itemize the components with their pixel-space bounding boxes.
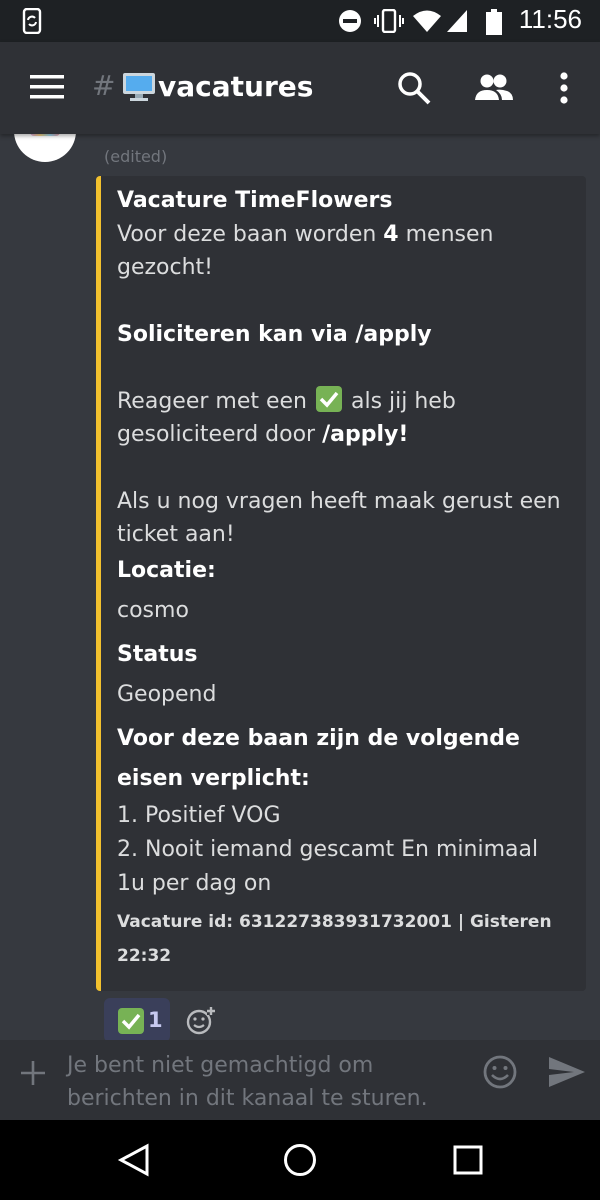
white-check-mark-icon bbox=[315, 386, 342, 412]
vibrate-icon bbox=[374, 9, 404, 33]
embed-desc-para-1: Voor deze baan worden 4 mensen gezocht! bbox=[117, 218, 566, 284]
requirement-item: 1. Positief VOG bbox=[117, 803, 281, 828]
desc-bold-count: 4 bbox=[383, 222, 399, 247]
channel-header: # vacatures bbox=[0, 42, 600, 134]
requirement-item: 2. Nooit iemand gescamt En minimaal 1u p… bbox=[117, 837, 539, 896]
send-icon[interactable] bbox=[548, 1056, 586, 1088]
message-input-bar: Je bent niet gemachtigd om berichten in … bbox=[0, 1040, 600, 1120]
field-value: cosmo bbox=[117, 598, 189, 623]
system-nav-bar bbox=[0, 1120, 600, 1200]
channel-name: vacatures bbox=[158, 70, 314, 103]
message-input[interactable]: Je bent niet gemachtigd om berichten in … bbox=[67, 1049, 467, 1115]
desktop-computer-emoji bbox=[123, 73, 155, 101]
phone-sync-icon bbox=[22, 8, 42, 34]
desc-text: Voor deze baan worden bbox=[117, 222, 384, 247]
apply-line: Soliciteren kan via /apply bbox=[117, 322, 432, 347]
embed-desc-para-4: Als u nog vragen heeft maak gerust een t… bbox=[117, 489, 561, 547]
field-name: Locatie: bbox=[117, 558, 216, 583]
do-not-disturb-icon bbox=[339, 10, 361, 32]
plus-icon[interactable] bbox=[20, 1060, 46, 1086]
status-bar: 11:56 bbox=[0, 0, 600, 42]
add-reaction-icon[interactable] bbox=[186, 1006, 216, 1036]
edited-label: (edited) bbox=[104, 147, 168, 166]
more-vertical-icon[interactable] bbox=[552, 70, 576, 106]
embed-field-status: Status Geopend bbox=[117, 635, 566, 715]
clock: 11:56 bbox=[518, 4, 582, 34]
back-icon[interactable] bbox=[116, 1142, 152, 1178]
embed-card: Vacature TimeFlowers Voor deze baan word… bbox=[96, 176, 586, 991]
field-name: Status bbox=[117, 642, 198, 667]
battery-icon bbox=[486, 9, 502, 35]
channel-hash: # bbox=[92, 69, 116, 102]
reaction-check[interactable]: 1 bbox=[104, 998, 170, 1042]
members-icon[interactable] bbox=[474, 70, 514, 106]
menu-icon[interactable] bbox=[30, 74, 64, 100]
white-check-mark-icon bbox=[118, 1008, 144, 1034]
embed-title: Vacature TimeFlowers bbox=[117, 188, 393, 213]
search-icon[interactable] bbox=[396, 70, 432, 106]
requirements-title: Voor deze baan zijn de volgende eisen ve… bbox=[117, 726, 520, 791]
desc-text: Reageer met een bbox=[117, 389, 314, 414]
embed-footer: Vacature id: 631227383931732001 | Gister… bbox=[117, 912, 552, 966]
reaction-count: 1 bbox=[148, 1008, 163, 1032]
embed-desc-para-3: Reageer met een als jij heb gesoliciteer… bbox=[117, 385, 566, 451]
home-icon[interactable] bbox=[282, 1142, 318, 1178]
field-value: Geopend bbox=[117, 682, 217, 707]
apply-command: /apply! bbox=[322, 422, 409, 447]
cell-signal-icon bbox=[447, 10, 467, 32]
embed-desc-para-2: Soliciteren kan via /apply bbox=[117, 318, 566, 351]
recents-icon[interactable] bbox=[450, 1142, 486, 1178]
embed-description: Voor deze baan worden 4 mensen gezocht! … bbox=[117, 218, 566, 551]
wifi-icon bbox=[413, 10, 441, 32]
emoji-icon[interactable] bbox=[482, 1054, 518, 1090]
embed-field-location: Locatie: cosmo bbox=[117, 551, 566, 631]
